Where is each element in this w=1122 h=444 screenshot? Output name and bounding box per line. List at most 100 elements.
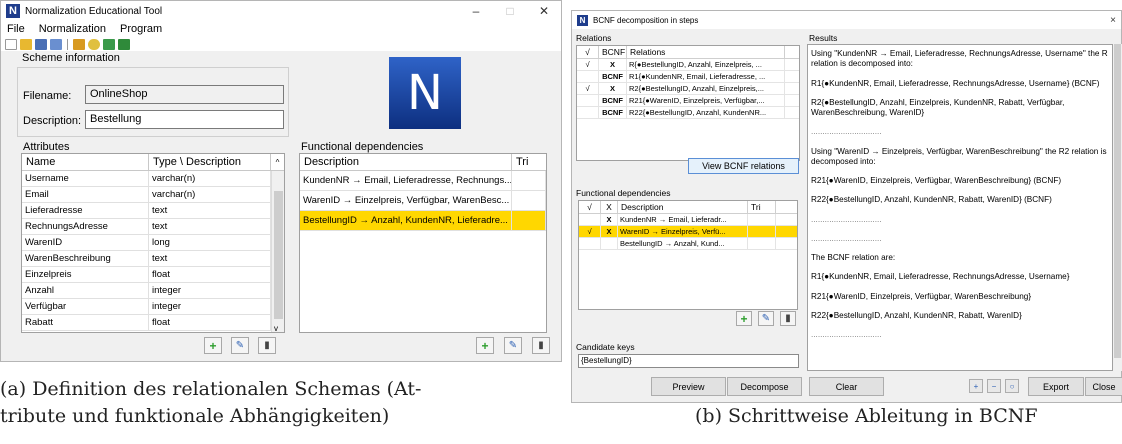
fd-table: Description Tri KundenNR → Email, Liefer… [299, 153, 547, 333]
relation-check: √ [577, 83, 599, 94]
delete-fd-button[interactable]: ▮ [532, 337, 550, 354]
edit-icon: ✎ [761, 313, 771, 324]
attribute-row[interactable]: Rabatt float [22, 315, 284, 331]
results-scrollbar[interactable] [1113, 44, 1122, 371]
description-field[interactable]: Bestellung [85, 110, 284, 129]
open-folder-icon[interactable] [20, 38, 32, 50]
result-paragraph: R21{●WarenID, Einzelpreis, Verfügbar, Wa… [811, 176, 1062, 185]
close-button[interactable]: Close [1085, 377, 1122, 396]
decompose-icon[interactable] [103, 38, 115, 50]
fd-row[interactable]: BestellungID → Anzahl, Kund... [579, 238, 797, 250]
export-button[interactable]: Export [1028, 377, 1084, 396]
minimize-icon[interactable]: – [459, 4, 493, 18]
edit-attribute-button[interactable]: ✎ [231, 337, 249, 354]
attribute-row[interactable]: Einzelpreis float [22, 267, 284, 283]
column-tri[interactable]: Tri [748, 201, 776, 213]
column-relations[interactable]: Relations [627, 46, 785, 58]
trash-icon: ▮ [264, 340, 270, 351]
plus-icon: + [209, 338, 217, 353]
attribute-row[interactable]: WarenID long [22, 235, 284, 251]
attributes-header: Name Type \ Description ^ [22, 154, 284, 171]
window-title: Normalization Educational Tool [25, 5, 163, 17]
zoom-in-icon[interactable]: + [969, 379, 983, 393]
relation-row[interactable]: √ X R2{●BestellungID, Anzahl, Einzelpreis,… [577, 83, 799, 95]
caption-a: (a) Definition des relationalen Schemas … [0, 376, 570, 430]
edit-fd-button[interactable]: ✎ [504, 337, 522, 354]
decompose-button[interactable]: Decompose [727, 377, 802, 396]
filename-field[interactable]: OnlineShop [85, 85, 284, 104]
attribute-row[interactable]: RechnungsAdresse text [22, 219, 284, 235]
add-fd-button[interactable]: + [476, 337, 494, 354]
scrollbar-thumb[interactable] [1114, 44, 1121, 358]
menu-program[interactable]: Program [120, 23, 162, 35]
attribute-row[interactable]: Username varchar(n) [22, 171, 284, 187]
attribute-row[interactable]: Verfügbar integer [22, 299, 284, 315]
delete-fd-button[interactable]: ▮ [780, 311, 796, 326]
attribute-type: varchar(n) [149, 171, 271, 186]
menu-bar: File Normalization Program [1, 21, 561, 37]
add-fd-button[interactable]: + [736, 311, 752, 326]
fd-row[interactable]: BestellungID → Anzahl, KundenNR, Liefera… [300, 211, 546, 231]
database-icon[interactable] [73, 38, 85, 50]
scroll-up-icon[interactable]: ^ [271, 158, 284, 167]
attributes-scrollbar[interactable]: v [271, 171, 284, 332]
attribute-row[interactable]: Anzahl integer [22, 283, 284, 299]
relations-header: √ BCNF Relations [577, 46, 799, 59]
fd-description: KundenNR → Email, Lieferadr... [618, 214, 748, 225]
delete-attribute-button[interactable]: ▮ [258, 337, 276, 354]
new-file-icon[interactable] [5, 38, 17, 50]
column-bcnf[interactable]: BCNF [599, 46, 627, 58]
close-icon[interactable]: ✕ [527, 4, 561, 18]
relation-check: √ [577, 59, 599, 70]
attribute-row[interactable]: WarenBeschreibung text [22, 251, 284, 267]
add-attribute-button[interactable]: + [204, 337, 222, 354]
relation-row[interactable]: BCNF R21{●WarenID, Einzelpreis, Verfügbar… [577, 95, 799, 107]
scroll-down-icon[interactable]: v [274, 324, 278, 332]
column-description[interactable]: Description [300, 154, 512, 170]
menu-normalization[interactable]: Normalization [39, 23, 106, 35]
search-icon[interactable] [88, 38, 100, 50]
result-paragraph: R1{●KundenNR, Email, Lieferadresse, Rech… [811, 78, 1100, 88]
relation-row[interactable]: BCNF R22{●BestellungID, Anzahl, KundenNR.… [577, 107, 799, 119]
zoom-reset-icon[interactable]: ○ [1005, 379, 1019, 393]
fd-label-b: Functional dependencies [576, 188, 671, 198]
attributes-label: Attributes [23, 141, 70, 153]
list-icon[interactable] [118, 38, 130, 50]
fd-description: WarenID → Einzelpreis, Verfü... [618, 226, 748, 237]
fd-row[interactable]: X KundenNR → Email, Lieferadr... [579, 214, 797, 226]
save-as-icon[interactable] [50, 38, 62, 50]
plus-icon: + [481, 338, 489, 353]
column-type[interactable]: Type \ Description [149, 154, 271, 170]
relation-check [577, 71, 599, 82]
fd-row[interactable]: √ X WarenID → Einzelpreis, Verfü... [579, 226, 797, 238]
fd-row[interactable]: WarenID → Einzelpreis, Verfügbar, WarenB… [300, 191, 546, 211]
zoom-out-icon[interactable]: − [987, 379, 1001, 393]
candidate-keys-field[interactable]: {BestellungID} [578, 354, 799, 368]
view-bcnf-relations-button[interactable]: View BCNF relations [688, 158, 799, 174]
plus-icon: + [740, 311, 748, 326]
attribute-row[interactable]: Email varchar(n) [22, 187, 284, 203]
relation-name: R{●BestellungID, Anzahl, Einzelpreis, ..… [627, 59, 785, 70]
column-check[interactable]: √ [579, 201, 601, 213]
clear-button[interactable]: Clear [809, 377, 884, 396]
relation-row[interactable]: BCNF R1{●KundenNR, Email, Lieferadresse, … [577, 71, 799, 83]
column-x[interactable]: X [601, 201, 618, 213]
column-tri[interactable]: Tri [512, 154, 546, 170]
attribute-row[interactable]: Lieferadresse text [22, 203, 284, 219]
relation-row[interactable]: √ X R{●BestellungID, Anzahl, Einzelpreis, … [577, 59, 799, 71]
column-check[interactable]: √ [577, 46, 599, 58]
column-description[interactable]: Description [618, 201, 748, 213]
maximize-icon[interactable]: □ [493, 4, 527, 18]
menu-file[interactable]: File [7, 23, 25, 35]
close-icon[interactable]: × [1105, 15, 1121, 26]
caption-a-line1: (a) Definition des relationalen Schemas … [0, 378, 422, 400]
attribute-name: WarenID [22, 235, 149, 250]
attribute-type: long [149, 235, 271, 250]
fd-header-b: √ X Description Tri [579, 201, 797, 214]
preview-button[interactable]: Preview [651, 377, 726, 396]
column-name[interactable]: Name [22, 154, 149, 170]
fd-row[interactable]: KundenNR → Email, Lieferadresse, Rechnun… [300, 171, 546, 191]
save-icon[interactable] [35, 38, 47, 50]
edit-fd-button[interactable]: ✎ [758, 311, 774, 326]
scrollbar-thumb[interactable] [274, 191, 283, 319]
